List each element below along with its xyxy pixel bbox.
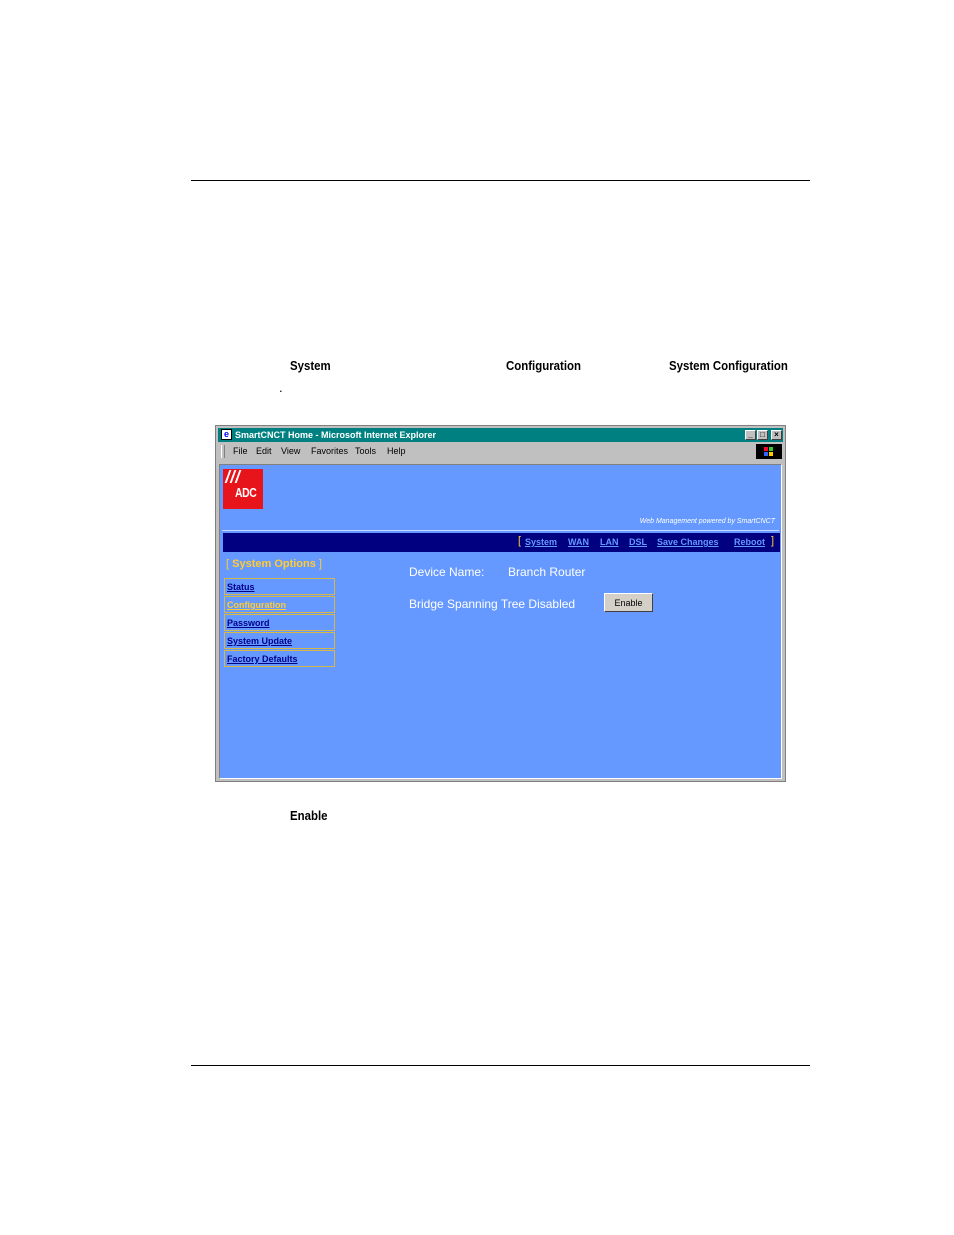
sidebar-item-password[interactable]: Password [224,614,335,631]
nav-lan[interactable]: LAN [600,536,619,548]
close-icon[interactable]: × [771,430,782,440]
windows-logo-icon [756,444,782,459]
nav-system[interactable]: System [525,536,557,548]
sidebar-item-label[interactable]: Status [227,581,255,593]
device-name-value: Branch Router [508,565,586,579]
top-navbar: [ System WAN LAN DSL Save Changes Reboot… [223,533,780,552]
window-title: SmartCNCT Home - Microsoft Internet Expl… [235,430,437,440]
sidebar-item-factory-defaults[interactable]: Factory Defaults [224,650,335,667]
sidebar-heading: [ System Options ] [226,558,322,570]
doc-label-system-configuration: System Configuration [669,358,788,373]
sidebar-item-label[interactable]: System Update [227,635,292,647]
top-rule [191,180,810,181]
logo-text: ADC [235,485,257,500]
nav-dsl[interactable]: DSL [629,536,647,548]
enable-button[interactable]: Enable [604,593,653,612]
nav-reboot[interactable]: Reboot [734,536,765,548]
menu-help[interactable]: Help [387,445,406,457]
sidebar-item-configuration[interactable]: Configuration [224,596,335,613]
sidebar-item-system-update[interactable]: System Update [224,632,335,649]
menu-favorites[interactable]: Favorites [311,445,348,457]
sidebar-item-label[interactable]: Factory Defaults [227,653,298,665]
nav-wan[interactable]: WAN [568,536,589,548]
sidebar-item-status[interactable]: Status [224,578,335,595]
minimize-icon[interactable]: _ [745,430,756,440]
sidebar-item-label[interactable]: Configuration [227,599,286,611]
doc-period: . [279,380,283,395]
menu-tools[interactable]: Tools [355,445,376,457]
bottom-rule [191,1065,810,1066]
doc-label-enable: Enable [290,808,328,823]
menu-view[interactable]: View [281,445,300,457]
nav-save-changes[interactable]: Save Changes [657,536,719,548]
page-content: ADC Web Management powered by SmartCNCT … [219,464,782,779]
adc-logo: ADC [223,469,263,509]
menu-edit[interactable]: Edit [256,445,272,457]
device-name-label: Device Name: [409,565,485,579]
doc-label-configuration: Configuration [506,358,581,373]
ie-page-icon: e [221,429,232,440]
menu-file[interactable]: File [233,445,248,457]
title-bar: e SmartCNCT Home - Microsoft Internet Ex… [218,428,783,442]
sidebar-item-label[interactable]: Password [227,617,270,629]
doc-label-system: System [290,358,331,373]
menu-bar: File Edit View Favorites Tools Help [218,443,783,461]
menu-grip [221,445,225,458]
bridge-status-text: Bridge Spanning Tree Disabled [409,597,576,611]
maximize-icon[interactable]: □ [757,430,768,440]
header-divider [222,530,779,531]
powered-by-text: Web Management powered by SmartCNCT [639,518,775,525]
browser-window: e SmartCNCT Home - Microsoft Internet Ex… [215,425,786,782]
